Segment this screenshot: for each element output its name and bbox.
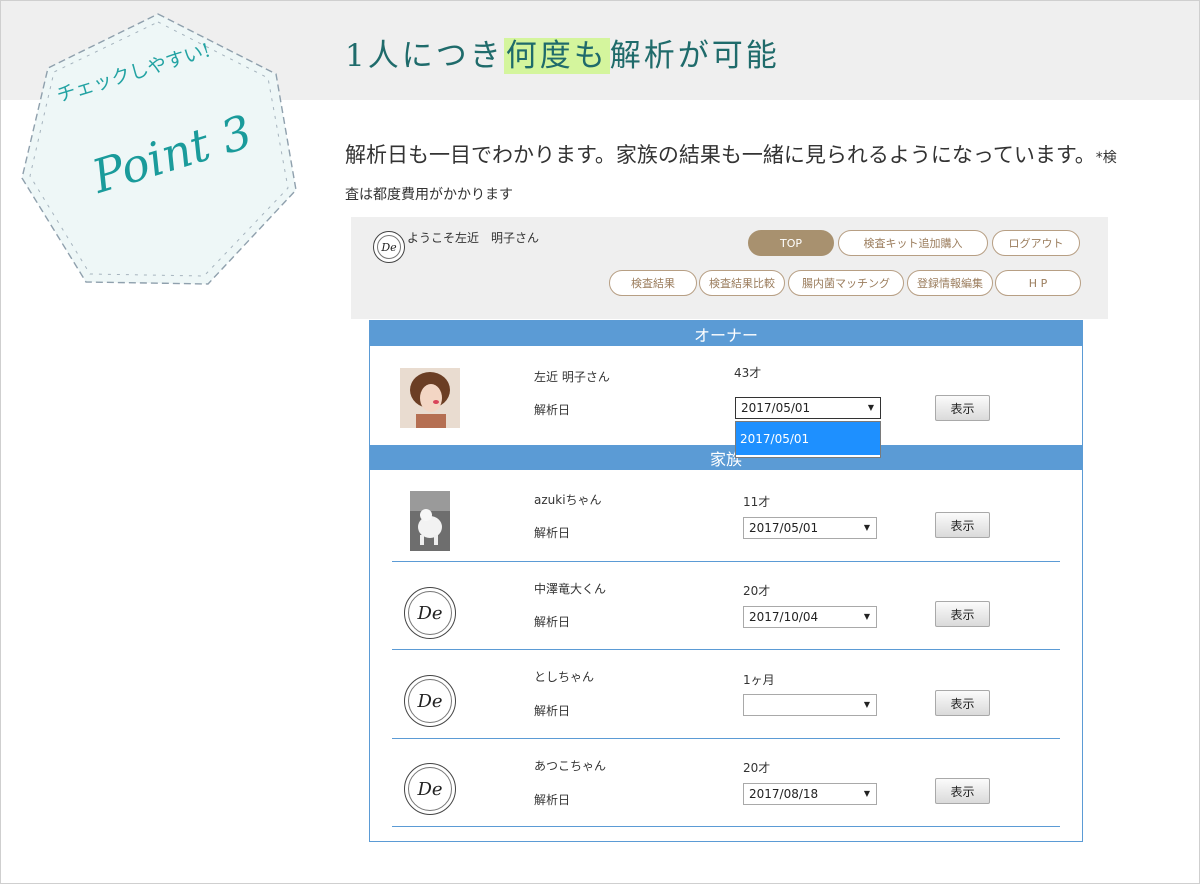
- dropdown-option[interactable]: 2017/05/01: [736, 422, 880, 455]
- family-age: 20才: [743, 584, 771, 598]
- family-photo: [410, 491, 450, 551]
- nav-hp-button[interactable]: H P: [995, 270, 1081, 296]
- family-show-button[interactable]: 表示: [935, 690, 990, 716]
- row-divider: [392, 738, 1060, 739]
- title-post: 解析が可能: [609, 38, 780, 74]
- family-name: としちゃん: [534, 670, 595, 684]
- owner-date-dropdown[interactable]: 2017/05/01: [735, 421, 881, 458]
- chevron-down-icon: ▼: [867, 403, 874, 412]
- row-divider: [392, 561, 1060, 562]
- nav-matching-button[interactable]: 腸内菌マッチング: [788, 270, 904, 296]
- family-show-button[interactable]: 表示: [935, 778, 990, 804]
- family-show-button[interactable]: 表示: [935, 601, 990, 627]
- logo-icon: De: [404, 587, 456, 639]
- family-age: 20才: [743, 761, 771, 775]
- chevron-down-icon: ▼: [863, 789, 870, 798]
- family-name: azukiちゃん: [534, 493, 602, 507]
- owner-analysis-label: 解析日: [534, 403, 571, 417]
- owner-show-button[interactable]: 表示: [935, 395, 990, 421]
- nav-results-button[interactable]: 検査結果: [609, 270, 697, 296]
- point-badge: チェックしやすい! Point 3: [8, 2, 308, 302]
- nav-compare-button[interactable]: 検査結果比較: [699, 270, 785, 296]
- family-date-select[interactable]: ▼: [743, 694, 877, 716]
- logo-icon: De: [404, 675, 456, 727]
- family-analysis-label: 解析日: [534, 793, 571, 807]
- family-show-button[interactable]: 表示: [935, 512, 990, 538]
- logo-icon: De: [373, 231, 405, 263]
- nav-edit-profile-button[interactable]: 登録情報編集: [907, 270, 993, 296]
- description: 解析日も一目でわかります。家族の結果も一緒に見られるようになっています。*検査は…: [345, 138, 1125, 212]
- page-title: 1人につき何度も解析が可能: [345, 30, 780, 75]
- row-divider: [392, 826, 1060, 827]
- nav-add-kit-button[interactable]: 検査キット追加購入: [838, 230, 988, 256]
- row-divider: [392, 649, 1060, 650]
- family-analysis-label: 解析日: [534, 615, 571, 629]
- chevron-down-icon: ▼: [863, 612, 870, 621]
- owner-section-header: オーナー: [370, 321, 1082, 346]
- owner-name: 左近 明子さん: [534, 370, 610, 384]
- family-date-select[interactable]: 2017/10/04 ▼: [743, 606, 877, 628]
- owner-photo: [400, 368, 460, 428]
- chevron-down-icon: ▼: [863, 523, 870, 532]
- description-main: 解析日も一目でわかります。家族の結果も一緒に見られるようになっています。: [345, 143, 1096, 167]
- family-analysis-label: 解析日: [534, 526, 571, 540]
- family-name: 中澤竜大くん: [534, 582, 607, 596]
- app-header: De ようこそ左近 明子さん TOP 検査キット追加購入 ログアウト 検査結果 …: [351, 217, 1108, 319]
- title-pre: 1人につき: [345, 38, 504, 74]
- owner-date-select[interactable]: 2017/05/01 ▼: [735, 397, 881, 419]
- nav-top-button[interactable]: TOP: [748, 230, 834, 256]
- family-date-select[interactable]: 2017/05/01 ▼: [743, 517, 877, 539]
- chevron-down-icon: ▼: [863, 700, 870, 709]
- family-analysis-label: 解析日: [534, 704, 571, 718]
- welcome-text: ようこそ左近 明子さん: [407, 231, 540, 245]
- owner-age: 43才: [734, 366, 762, 380]
- family-date-select[interactable]: 2017/08/18 ▼: [743, 783, 877, 805]
- family-age: 1ヶ月: [743, 673, 775, 687]
- family-name: あつこちゃん: [534, 759, 607, 773]
- results-panel: オーナー 左近 明子さん 解析日 43才 2017/05/01 ▼ 表示 家族 2…: [369, 320, 1083, 842]
- family-age: 11才: [743, 495, 771, 509]
- title-highlight: 何度も: [503, 38, 610, 74]
- logo-icon: De: [404, 763, 456, 815]
- nav-logout-button[interactable]: ログアウト: [992, 230, 1080, 256]
- family-section-header: 家族: [370, 445, 1082, 470]
